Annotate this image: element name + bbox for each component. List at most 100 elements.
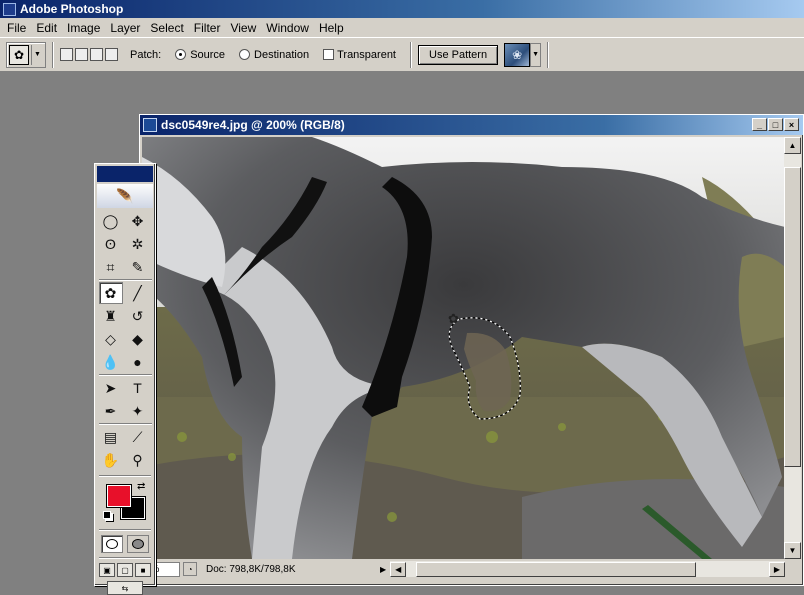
notes-tool-button[interactable]: ▤ [99,426,123,448]
zoom-tool-icon: ⚲ [132,451,143,468]
source-radio[interactable] [175,49,187,60]
type-tool-icon: T [133,380,142,396]
blur-tool-button[interactable]: 💧 [99,351,123,373]
notes-tool-icon: ▤ [103,428,118,445]
close-button[interactable]: × [784,118,799,131]
maximize-button[interactable]: □ [768,118,783,131]
scroll-left-button[interactable]: ◀ [390,561,407,577]
destination-radio[interactable] [239,49,251,60]
menu-layer[interactable]: Layer [105,21,145,35]
foreground-color-swatch[interactable] [106,484,132,508]
image-canvas[interactable]: ✿ [142,137,785,559]
slice-tool-icon: ✎ [131,258,144,275]
tool-preset-picker[interactable]: ✿ ▼ [6,41,46,68]
scroll-down-button[interactable]: ▼ [784,542,801,559]
full-screen-menu-mode-icon[interactable]: ▢ [117,563,133,577]
custom-shape-tool-icon: ✦ [131,402,144,419]
menu-help[interactable]: Help [314,21,349,35]
transparent-checkbox-option[interactable]: Transparent [323,49,396,61]
menu-edit[interactable]: Edit [31,21,62,35]
app-title: Adobe Photoshop [20,2,124,16]
patch-tool-button[interactable]: ✿ [98,282,123,304]
toolbox-palette: 🪶 ◯ ✥ ʘ ✲ ⌗ ✎ ✿ ╱ ♜ ↺ ◇ ◆ 💧 ● ➤ T ✒ ✦ ▤ ⟋ ✋ ⚲ ⇄ ▣ ▢ ■ ⇆ [94,163,156,595]
source-radio-option[interactable]: Source [175,49,225,61]
status-menu-arrow-icon[interactable]: ▶ [380,565,386,574]
destination-radio-option[interactable]: Destination [239,49,309,61]
scroll-up-button[interactable]: ▲ [784,137,801,154]
vertical-scrollbar[interactable]: ▲ ▼ [784,137,801,559]
document-size-info: Doc: 798,8K/798,8K [206,563,296,575]
lasso-tool-button[interactable]: ʘ [99,233,123,255]
pen-tool-button[interactable]: ✒ [99,400,123,422]
elliptical-marquee-tool-button[interactable]: ◯ [99,210,123,232]
add-to-selection-icon[interactable] [75,48,88,61]
zoom-tool-button[interactable]: ⚲ [126,449,150,471]
history-brush-tool-button[interactable]: ↺ [126,305,150,327]
tool-group-separator [98,374,152,376]
type-tool-button[interactable]: T [126,377,150,399]
swap-colors-icon[interactable]: ⇄ [137,481,145,492]
scroll-right-button[interactable]: ▶ [769,561,785,577]
status-info-icon[interactable]: ◔ [183,562,197,576]
history-brush-tool-icon: ↺ [131,307,144,324]
slice-tool-button[interactable]: ✎ [126,256,150,278]
separator [52,41,54,68]
use-pattern-button[interactable]: Use Pattern [418,44,499,65]
subtract-from-selection-icon[interactable] [90,48,103,61]
quick-mask-icon [132,539,144,549]
dodge-tool-button[interactable]: ● [126,351,150,373]
clone-stamp-tool-button[interactable]: ♜ [99,305,123,327]
paint-bucket-tool-icon: ◆ [132,330,143,347]
adobe-feather-logo[interactable]: 🪶 [97,184,153,208]
menu-view[interactable]: View [225,21,261,35]
document-icon [143,118,157,132]
new-selection-icon[interactable] [60,48,73,61]
selection-mode-group [60,48,118,61]
vertical-scroll-thumb[interactable] [784,167,801,467]
menu-window[interactable]: Window [261,21,314,35]
move-tool-icon: ✥ [131,212,144,229]
menu-image[interactable]: Image [62,21,105,35]
eyedropper-tool-button[interactable]: ⟋ [126,426,150,448]
clone-stamp-tool-icon: ♜ [104,307,117,324]
menu-file[interactable]: File [2,21,31,35]
chevron-down-icon[interactable]: ▼ [31,44,43,65]
path-selection-tool-icon: ➤ [104,379,117,396]
screen-mode-group: ▣ ▢ ■ [95,563,155,577]
menu-bar: File Edit Image Layer Select Filter View… [0,18,804,38]
magic-wand-tool-button[interactable]: ✲ [126,233,150,255]
toolbox-title-bar[interactable] [97,166,153,182]
hand-tool-button[interactable]: ✋ [99,449,123,471]
crop-tool-button[interactable]: ⌗ [99,256,123,278]
default-colors-icon[interactable] [103,511,111,519]
standard-mode-button[interactable] [101,535,123,553]
status-bar: 0% ◔ Doc: 798,8K/798,8K ▶ ◀ ▶ [142,561,785,577]
jump-to-group: ⇆ [95,581,155,595]
eraser-tool-button[interactable]: ◇ [99,328,123,350]
jump-to-imageready-icon[interactable]: ⇆ [107,581,143,595]
menu-select[interactable]: Select [145,21,188,35]
pattern-swatch-icon[interactable]: ❀ [504,42,531,67]
path-selection-tool-button[interactable]: ➤ [99,377,123,399]
custom-shape-tool-button[interactable]: ✦ [126,400,150,422]
chevron-down-icon[interactable]: ▼ [530,42,542,67]
full-screen-mode-icon[interactable]: ■ [135,563,151,577]
paint-bucket-tool-button[interactable]: ◆ [126,328,150,350]
photoshop-app-icon [3,2,16,16]
menu-filter[interactable]: Filter [189,21,226,35]
horizontal-scroll-thumb[interactable] [416,561,697,577]
transparent-checkbox[interactable] [323,49,335,60]
brush-tool-button[interactable]: ╱ [126,282,150,304]
intersect-selection-icon[interactable] [105,48,118,61]
document-title-bar[interactable]: dsc0549re4.jpg @ 200% (RGB/8) [140,115,803,135]
quick-mask-button[interactable] [127,535,149,553]
eyedropper-tool-icon: ⟋ [132,428,143,445]
horizontal-scrollbar[interactable]: ◀ ▶ [390,561,785,577]
patch-cursor-icon: ✿ [448,312,459,327]
move-tool-button[interactable]: ✥ [126,210,150,232]
pattern-picker[interactable]: ❀ ▼ [504,42,542,67]
standard-screen-mode-icon[interactable]: ▣ [99,563,115,577]
minimize-button[interactable]: _ [752,118,767,131]
window-controls: _ □ × [752,118,799,131]
tool-group-separator [98,279,152,281]
